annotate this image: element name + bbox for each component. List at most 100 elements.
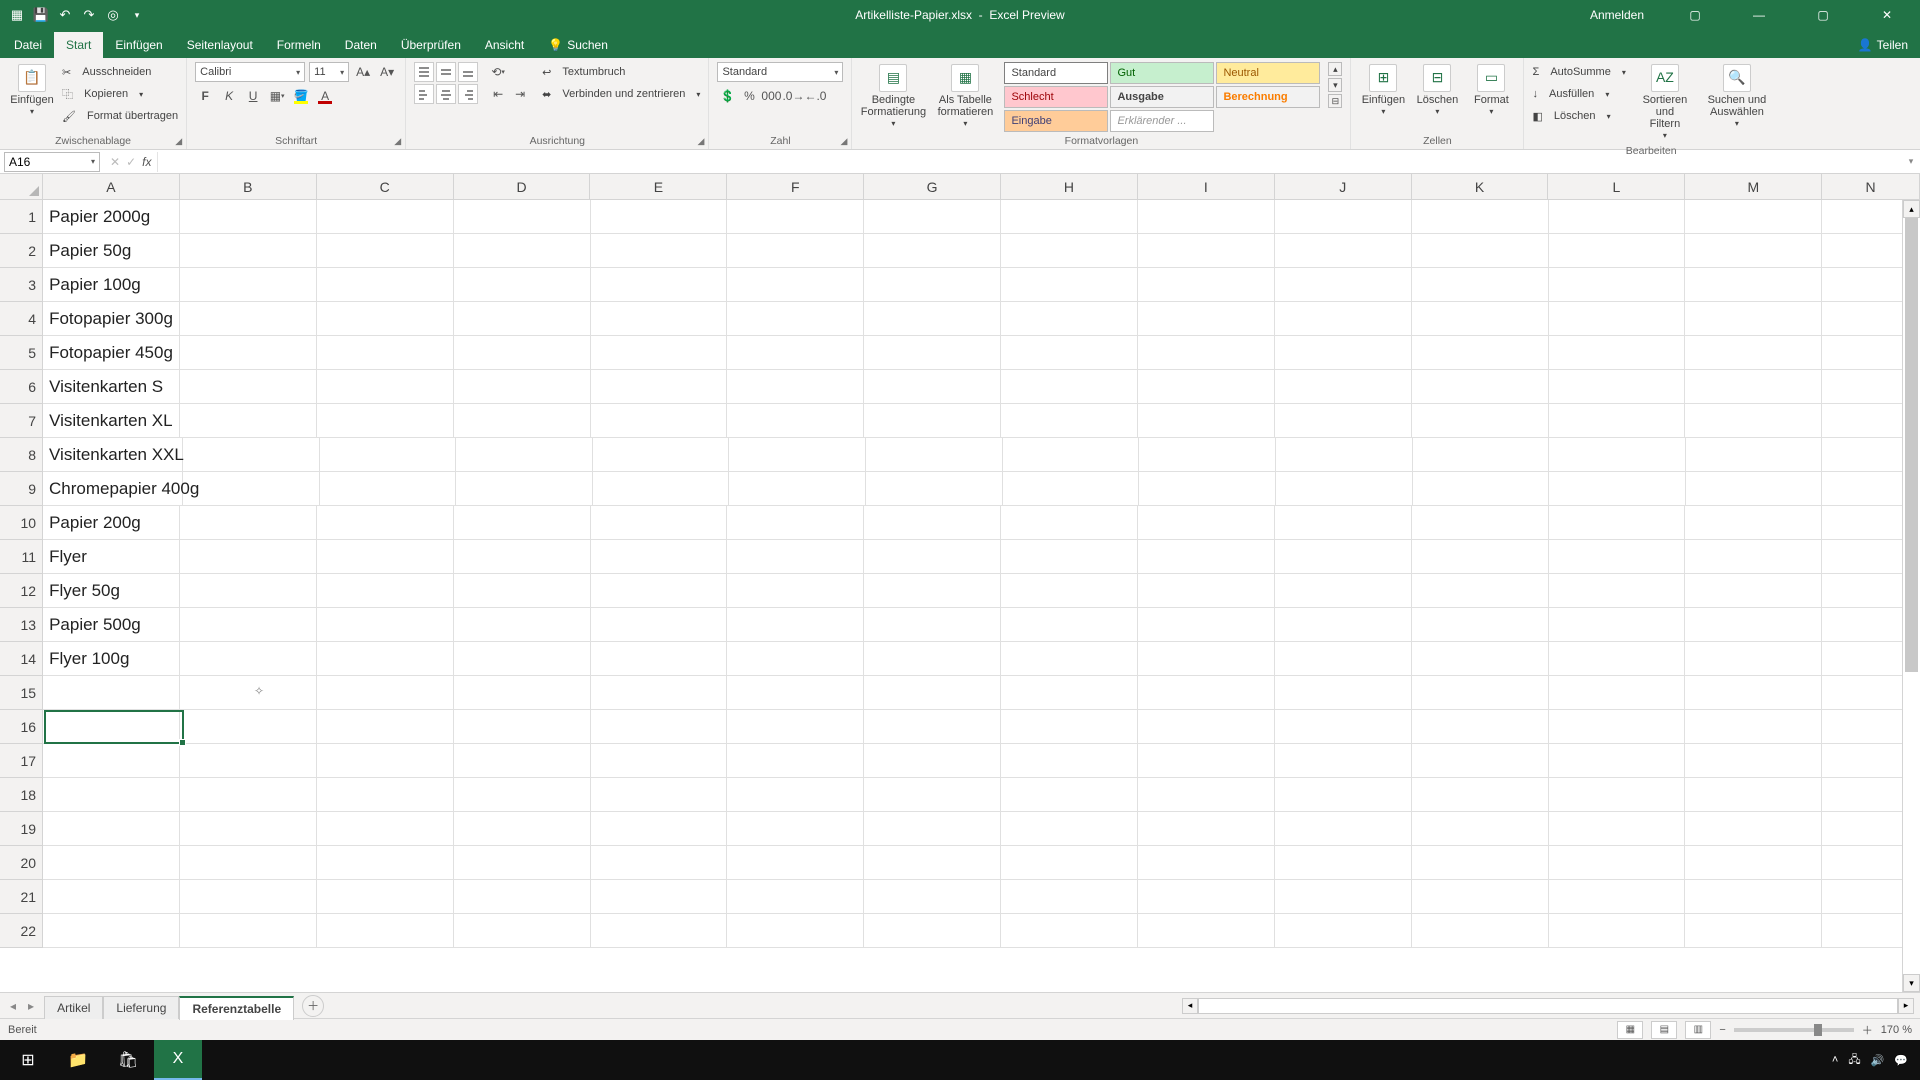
cell[interactable] <box>864 812 1001 846</box>
fill-color-button[interactable]: 🪣 <box>291 86 311 106</box>
cell[interactable] <box>1549 506 1686 540</box>
cell[interactable] <box>1549 268 1686 302</box>
cell[interactable] <box>1001 914 1138 948</box>
cell[interactable] <box>1549 880 1686 914</box>
cell[interactable] <box>1001 540 1138 574</box>
bold-button[interactable]: F <box>195 86 215 106</box>
cell[interactable] <box>1138 200 1275 234</box>
cell[interactable] <box>727 846 864 880</box>
cell[interactable] <box>864 404 1001 438</box>
cell[interactable] <box>1549 642 1686 676</box>
cell[interactable] <box>1412 778 1549 812</box>
cell[interactable] <box>727 302 864 336</box>
cell[interactable] <box>1138 880 1275 914</box>
add-sheet-button[interactable]: ＋ <box>302 995 324 1017</box>
cell[interactable] <box>1549 676 1686 710</box>
tray-up-icon[interactable]: ˄ <box>1832 1054 1838 1066</box>
cell[interactable] <box>727 676 864 710</box>
cell[interactable] <box>1549 812 1686 846</box>
cell[interactable] <box>456 438 593 472</box>
cell[interactable] <box>1275 336 1412 370</box>
sheet-tab-artikel[interactable]: Artikel <box>44 996 103 1019</box>
cell[interactable] <box>1549 438 1686 472</box>
cell[interactable] <box>1138 744 1275 778</box>
cell[interactable] <box>1413 438 1550 472</box>
row-header[interactable]: 13 <box>0 608 43 642</box>
cell[interactable] <box>317 744 454 778</box>
cell[interactable] <box>317 914 454 948</box>
cell[interactable] <box>180 778 317 812</box>
cell[interactable] <box>454 302 591 336</box>
cell[interactable] <box>1138 846 1275 880</box>
cell[interactable]: Fotopapier 450g <box>43 336 180 370</box>
row-header[interactable]: 8 <box>0 438 43 472</box>
cell[interactable] <box>1412 676 1549 710</box>
cell[interactable] <box>1138 812 1275 846</box>
cell[interactable] <box>1412 744 1549 778</box>
format-as-table-button[interactable]: ▦ Als Tabelle formatieren▾ <box>932 62 998 131</box>
zoom-slider[interactable] <box>1734 1028 1854 1032</box>
row-header[interactable]: 3 <box>0 268 43 302</box>
cell[interactable] <box>317 608 454 642</box>
cell[interactable] <box>591 744 728 778</box>
cell[interactable] <box>183 472 320 506</box>
cell[interactable] <box>591 268 728 302</box>
comma-button[interactable]: 000 <box>761 86 781 106</box>
cell[interactable] <box>727 200 864 234</box>
format-cells-button[interactable]: ▭Format▾ <box>1467 62 1515 119</box>
cell[interactable] <box>1138 608 1275 642</box>
cell[interactable] <box>320 438 457 472</box>
cell[interactable] <box>591 200 728 234</box>
sheet-nav-first[interactable]: ◂ <box>6 997 20 1015</box>
cell[interactable] <box>180 846 317 880</box>
insert-cells-button[interactable]: ⊞Einfügen▾ <box>1359 62 1407 119</box>
cell[interactable] <box>864 846 1001 880</box>
cell[interactable] <box>1138 914 1275 948</box>
cell[interactable]: Flyer 50g <box>43 574 180 608</box>
column-header[interactable]: G <box>864 174 1001 199</box>
cell[interactable] <box>1412 812 1549 846</box>
cell[interactable] <box>180 676 317 710</box>
cell[interactable] <box>1549 540 1686 574</box>
cell[interactable] <box>591 234 728 268</box>
select-all-corner[interactable] <box>0 174 43 199</box>
row-header[interactable]: 11 <box>0 540 43 574</box>
cell[interactable] <box>864 574 1001 608</box>
cell[interactable] <box>864 540 1001 574</box>
cell[interactable] <box>1685 914 1822 948</box>
cell[interactable] <box>317 540 454 574</box>
cell[interactable] <box>1412 302 1549 336</box>
ribbon-display-icon[interactable]: ▢ <box>1672 0 1718 30</box>
cell[interactable] <box>727 268 864 302</box>
cell[interactable] <box>591 812 728 846</box>
cell[interactable] <box>180 574 317 608</box>
cell[interactable] <box>454 234 591 268</box>
cell[interactable] <box>591 336 728 370</box>
cell[interactable] <box>180 336 317 370</box>
cell[interactable] <box>456 472 593 506</box>
cell[interactable] <box>593 438 730 472</box>
cell[interactable] <box>1412 268 1549 302</box>
cell[interactable] <box>591 880 728 914</box>
cell[interactable]: Flyer 100g <box>43 642 180 676</box>
cell[interactable] <box>454 370 591 404</box>
cell[interactable] <box>1685 710 1822 744</box>
cell[interactable] <box>1685 676 1822 710</box>
worksheet-grid[interactable]: ABCDEFGHIJKLMN 1Papier 2000g2Papier 50g3… <box>0 174 1920 992</box>
underline-button[interactable]: U <box>243 86 263 106</box>
cell[interactable] <box>1412 506 1549 540</box>
horizontal-scrollbar[interactable] <box>1198 998 1898 1014</box>
vertical-scrollbar[interactable]: ▴ ▾ <box>1902 200 1920 992</box>
cell[interactable] <box>1139 438 1276 472</box>
cell[interactable] <box>180 302 317 336</box>
cell[interactable]: Papier 2000g <box>43 200 180 234</box>
cell[interactable] <box>1685 642 1822 676</box>
fill-button[interactable]: ↓ Ausfüllen ▾ <box>1532 84 1625 104</box>
cell[interactable] <box>180 914 317 948</box>
cell[interactable] <box>317 234 454 268</box>
cell[interactable] <box>1549 778 1686 812</box>
cell[interactable] <box>727 336 864 370</box>
page-break-view-button[interactable]: ▥ <box>1685 1021 1711 1039</box>
cell[interactable] <box>864 506 1001 540</box>
cell[interactable] <box>454 676 591 710</box>
